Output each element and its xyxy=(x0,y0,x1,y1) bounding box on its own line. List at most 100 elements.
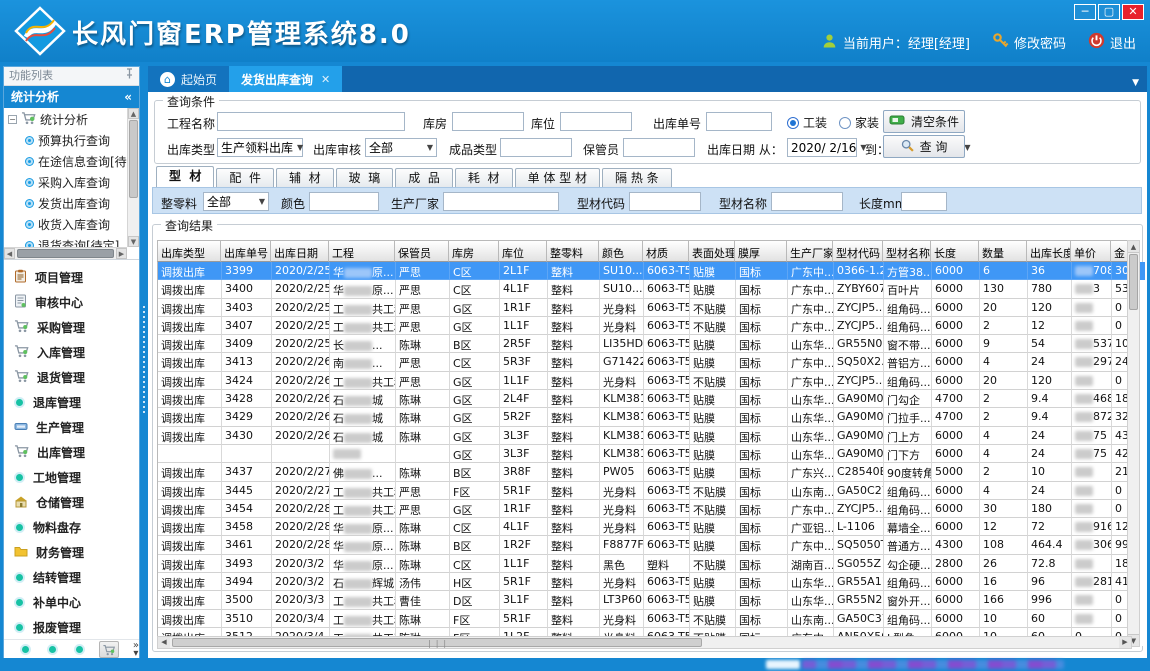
column-header[interactable]: 膜厚 xyxy=(735,240,787,262)
tab-home[interactable]: ⌂ 起始页 xyxy=(148,66,229,92)
pin-icon[interactable] xyxy=(125,67,134,85)
location-input[interactable] xyxy=(560,112,632,131)
sidebar-menu-item[interactable]: 仓储管理 xyxy=(4,490,139,515)
tree-vertical-scrollbar[interactable]: ▲ ▼ xyxy=(127,108,139,247)
column-header[interactable]: 长度 xyxy=(931,240,979,262)
tab-close-icon[interactable]: ✕ xyxy=(321,73,330,86)
tree-horizontal-scrollbar[interactable]: ◀ ▶ xyxy=(4,247,127,259)
material-tab[interactable]: 耗 材 xyxy=(455,168,513,187)
table-row[interactable]: 调拨出库35002020/3/3工共工程曹佳D区3L1F整料LT3P606063… xyxy=(158,591,1145,609)
material-tab[interactable]: 玻 璃 xyxy=(336,168,394,187)
sidebar-menu-item[interactable]: 财务管理 xyxy=(4,540,139,565)
sidebar-menu-item[interactable]: 物料盘存 xyxy=(4,515,139,540)
tree-item[interactable]: 预算执行查询 xyxy=(4,130,127,151)
column-header[interactable]: 数量 xyxy=(979,240,1027,262)
sidebar-section-header[interactable]: 统计分析 « xyxy=(4,86,139,108)
column-header[interactable]: 整零料 xyxy=(547,240,599,262)
tree-item[interactable]: 在途信息查询[待 xyxy=(4,151,127,172)
tree-item[interactable]: 收货入库查询 xyxy=(4,214,127,235)
search-button[interactable]: 查 询 xyxy=(883,135,965,158)
sidebar-menu-item[interactable]: 报废管理 xyxy=(4,615,139,639)
table-row[interactable]: 调拨出库34032020/2/25工共工程严思G区1R1F整料光身料6063-T… xyxy=(158,299,1145,317)
table-row[interactable]: 调拨出库34072020/2/25工共工程严思G区1L1F整料光身料6063-T… xyxy=(158,317,1145,335)
collapse-icon[interactable]: « xyxy=(124,86,132,108)
scroll-right-icon[interactable]: ▶ xyxy=(1119,637,1131,648)
tree-expander-icon[interactable]: − xyxy=(8,115,17,124)
column-header[interactable]: 型材代码 xyxy=(833,240,883,262)
overflow-button[interactable]: »▾ xyxy=(133,642,139,658)
clear-conditions-button[interactable]: 清空条件 xyxy=(883,110,965,133)
tab-shipment-query[interactable]: 发货出库查询 ✕ xyxy=(229,66,342,92)
table-row[interactable]: 调拨出库34292020/2/26石城陈琳G区5R2F整料KLM38176063… xyxy=(158,408,1145,426)
close-button[interactable]: ✕ xyxy=(1122,4,1144,20)
sidebar-menu-item[interactable]: 生产管理 xyxy=(4,415,139,440)
sidebar-menu-item[interactable]: 结转管理 xyxy=(4,565,139,590)
logout-button[interactable]: 退出 xyxy=(1088,32,1136,53)
column-header[interactable]: 库位 xyxy=(499,240,547,262)
grid-vertical-scrollbar[interactable]: ▲ ▼ xyxy=(1127,240,1140,647)
table-row[interactable]: 调拨出库34612020/2/28华原...陈琳B区1R2F整料F8877FT6… xyxy=(158,536,1145,554)
table-row[interactable]: 调拨出库34372020/2/27佛...陈琳B区3R8F整料PW056063-… xyxy=(158,463,1145,481)
table-row[interactable]: 调拨出库35102020/3/4工共工程陈琳F区5R1F整料光身料6063-T5… xyxy=(158,610,1145,628)
sidebar-menu-item[interactable]: 采购管理 xyxy=(4,315,139,340)
table-row[interactable]: 调拨出库34242020/2/26工共工程严思G区1L1F整料光身料6063-T… xyxy=(158,372,1145,390)
column-header[interactable]: 出库类型 xyxy=(157,240,221,262)
product-type-input[interactable] xyxy=(500,138,572,157)
table-row[interactable]: 调拨出库34452020/2/27工共工程严思F区5R1F整料光身料6063-T… xyxy=(158,482,1145,500)
column-header[interactable]: 生产厂家 xyxy=(787,240,833,262)
project-name-input[interactable] xyxy=(217,112,405,131)
dot-icon[interactable] xyxy=(47,644,58,655)
table-row[interactable]: G区3L3F整料KLM38176063-T5贴膜国标山东华...GA90M09.… xyxy=(158,445,1145,463)
length-input[interactable] xyxy=(901,192,947,211)
column-header[interactable]: 工程 xyxy=(329,240,395,262)
profile-code-input[interactable] xyxy=(629,192,701,211)
scroll-left-icon[interactable]: ◀ xyxy=(4,248,15,259)
table-row[interactable]: 调拨出库34002020/2/25华原...严思C区4L1F整料SU10...6… xyxy=(158,280,1145,298)
tree-item[interactable]: 采购入库查询 xyxy=(4,172,127,193)
radio-home[interactable]: 家装 xyxy=(839,114,879,131)
column-header[interactable]: 出库单号 xyxy=(221,240,271,262)
sidebar-menu-item[interactable]: 补单中心 xyxy=(4,590,139,615)
cart-shortcut-button[interactable] xyxy=(99,641,119,658)
dot-icon[interactable] xyxy=(20,644,31,655)
sidebar-menu-item[interactable]: 出库管理 xyxy=(4,440,139,465)
tab-list-dropdown-icon[interactable]: ▼ xyxy=(1132,78,1147,92)
sidebar-menu-item[interactable]: 审核中心 xyxy=(4,290,139,315)
profile-name-input[interactable] xyxy=(771,192,843,211)
scroll-left-icon[interactable]: ◀ xyxy=(158,637,170,648)
date-from-picker[interactable]: 2020/ 2/16▼ xyxy=(787,138,857,157)
change-password-button[interactable]: 修改密码 xyxy=(992,32,1066,53)
color-input[interactable] xyxy=(309,192,379,211)
keeper-input[interactable] xyxy=(623,138,695,157)
column-header[interactable]: 出库日期 xyxy=(271,240,329,262)
tree-item[interactable]: 发货出库查询 xyxy=(4,193,127,214)
grid-horizontal-scrollbar[interactable]: ◀ ❘❘❘ ▶ xyxy=(157,636,1132,649)
order-no-input[interactable] xyxy=(706,112,772,131)
material-tab[interactable]: 辅 材 xyxy=(276,168,334,187)
whole-piece-combo[interactable]: 全部▼ xyxy=(203,192,269,211)
tree-root[interactable]: − 统计分析 xyxy=(4,108,127,130)
sidebar-menu-item[interactable]: 工地管理 xyxy=(4,465,139,490)
dot-icon[interactable] xyxy=(74,644,85,655)
column-header[interactable]: 出库长度 xyxy=(1027,240,1071,262)
manufacturer-input[interactable] xyxy=(443,192,559,211)
column-header[interactable]: 颜色 xyxy=(599,240,643,262)
column-header[interactable]: 单价 xyxy=(1071,240,1111,262)
table-row[interactable]: 调拨出库34092020/2/25长...陈琳B区2R5F整料LI35HD606… xyxy=(158,335,1145,353)
material-tab[interactable]: 隔 热 条 xyxy=(602,168,672,187)
column-header[interactable]: 材质 xyxy=(643,240,689,262)
scroll-up-icon[interactable]: ▲ xyxy=(128,108,139,119)
scroll-up-icon[interactable]: ▲ xyxy=(1128,241,1139,253)
table-row[interactable]: 调拨出库33992020/2/25华原...严思C区2L1F整料SU10...6… xyxy=(158,262,1145,280)
minimize-button[interactable]: ─ xyxy=(1074,4,1096,20)
column-header[interactable]: 表面处理 xyxy=(689,240,735,262)
maximize-button[interactable]: ▢ xyxy=(1098,4,1120,20)
material-tab[interactable]: 型 材 xyxy=(156,166,214,187)
tree-item[interactable]: 退货查询[待定] xyxy=(4,235,127,247)
table-row[interactable]: 调拨出库34942020/3/2石辉城汤伟H区5R1F整料光身料6063-T5贴… xyxy=(158,573,1145,591)
material-tab[interactable]: 单 体 型 材 xyxy=(515,168,600,187)
scroll-down-icon[interactable]: ▼ xyxy=(128,236,139,247)
outbound-type-combo[interactable]: 生产领料出库▼ xyxy=(217,138,303,157)
sidebar-menu-item[interactable]: 入库管理 xyxy=(4,340,139,365)
sidebar-menu-item[interactable]: 退货管理 xyxy=(4,365,139,390)
